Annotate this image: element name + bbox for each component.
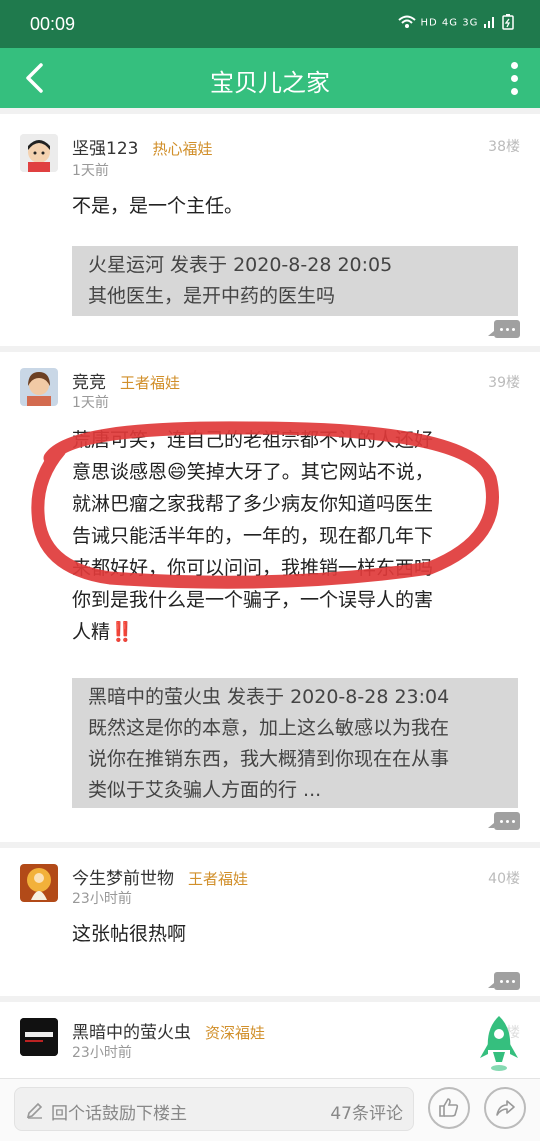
content-line: 你到是我什么是一个骗子，一个误导人的害 bbox=[72, 589, 434, 611]
content-line: 来都好好，你可以问问，我推销一样东西吗 bbox=[72, 557, 434, 579]
share-arrow-icon bbox=[496, 1100, 515, 1116]
app-header: 宝贝儿之家 bbox=[0, 48, 540, 108]
status-time: 00:09 bbox=[30, 14, 76, 34]
reply-content: 荒唐可笑，连自己的老祖宗都不认的人还好 意思谈感恩😄笑掉大牙了。其它网站不说， … bbox=[72, 424, 492, 648]
reply-feed: 坚强123 热心福娃 1天前 38楼 不是，是一个主任。 火星运河 发表于 202… bbox=[0, 108, 540, 1078]
reply-item: 竞竞 王者福娃 1天前 39楼 荒唐可笑，连自己的老祖宗都不认的人还好 意思谈感恩… bbox=[0, 352, 540, 842]
comment-bubble-icon[interactable] bbox=[488, 972, 520, 990]
author-name: 黑暗中的萤火虫 bbox=[72, 1023, 191, 1043]
quote-text: 类似于艾灸骗人方面的行 ... bbox=[88, 779, 322, 801]
reply-item: 坚强123 热心福娃 1天前 38楼 不是，是一个主任。 火星运河 发表于 202… bbox=[0, 114, 540, 346]
comment-bubble-icon[interactable] bbox=[488, 812, 520, 830]
scroll-top-rocket-button[interactable] bbox=[478, 1014, 520, 1072]
network-text: HD 4G 3G bbox=[420, 17, 479, 29]
content-line: 荒唐可笑，连自己的老祖宗都不认的人还好 bbox=[72, 429, 434, 451]
reply-author[interactable]: 坚强123 热心福娃 bbox=[72, 134, 212, 159]
user-badge: 热心福娃 bbox=[152, 140, 213, 158]
content-line: 就淋巴瘤之家我帮了多少病友你知道吗医生 bbox=[72, 493, 434, 515]
like-button[interactable] bbox=[428, 1087, 470, 1129]
reply-time: 23小时前 bbox=[72, 1045, 132, 1061]
page-title: 宝贝儿之家 bbox=[210, 69, 330, 97]
floor-number: 38楼 bbox=[488, 139, 520, 155]
rocket-icon bbox=[480, 1016, 518, 1071]
status-icons: HD 4G 3G bbox=[398, 14, 514, 30]
user-badge: 王者福娃 bbox=[120, 374, 181, 392]
quote-header: 火星运河 发表于 2020-8-28 20:05 bbox=[88, 254, 393, 276]
reply-time: 23小时前 bbox=[72, 891, 132, 907]
comment-count[interactable]: 47条评论 bbox=[330, 1099, 403, 1124]
battery-icon bbox=[502, 14, 514, 30]
reply-item: 今生梦前世物 王者福娃 23小时前 40楼 这张帖很热啊 bbox=[0, 848, 540, 996]
quote-text: 其他医生，是开中药的医生吗 bbox=[88, 285, 336, 307]
comment-bubble-icon[interactable] bbox=[488, 320, 520, 338]
reply-time: 1天前 bbox=[72, 163, 109, 179]
status-bar: 00:09 HD 4G 3G bbox=[0, 0, 540, 48]
content-line: 告诫只能活半年的，一年的，现在都几年下 bbox=[72, 525, 434, 547]
quote-header: 黑暗中的萤火虫 发表于 2020-8-28 23:04 bbox=[88, 686, 450, 708]
more-options-button[interactable] bbox=[502, 56, 526, 100]
reply-placeholder: 回个话鼓励下楼主 bbox=[51, 1104, 187, 1124]
quote-text: 说你在推销东西，我大概猜到你现在在从事 bbox=[88, 748, 450, 770]
share-button[interactable] bbox=[484, 1087, 526, 1129]
pen-icon bbox=[26, 1102, 43, 1119]
quote-text: 既然这是你的本意，加上这么敏感以为我在 bbox=[88, 717, 450, 739]
quoted-reply[interactable]: 火星运河 发表于 2020-8-28 20:05 其他医生，是开中药的医生吗 bbox=[72, 246, 518, 316]
avatar[interactable] bbox=[20, 368, 58, 406]
thumbs-up-icon bbox=[439, 1098, 459, 1117]
bottom-action-bar: 回个话鼓励下楼主 47条评论 bbox=[0, 1078, 540, 1141]
avatar[interactable] bbox=[20, 1018, 58, 1056]
avatar[interactable] bbox=[20, 864, 58, 902]
user-badge: 资深福娃 bbox=[205, 1024, 266, 1042]
signal-icon bbox=[483, 15, 502, 29]
reply-content: 这张帖很热啊 bbox=[72, 923, 187, 945]
author-name: 今生梦前世物 bbox=[72, 869, 174, 889]
reply-author[interactable]: 今生梦前世物 王者福娃 bbox=[72, 864, 248, 889]
author-name: 竞竞 bbox=[72, 373, 106, 393]
author-name: 坚强123 bbox=[72, 139, 139, 159]
reply-author[interactable]: 黑暗中的萤火虫 资深福娃 bbox=[72, 1018, 265, 1043]
reply-time: 1天前 bbox=[72, 395, 109, 411]
user-badge: 王者福娃 bbox=[188, 870, 249, 888]
floor-number: 40楼 bbox=[488, 871, 520, 887]
reply-author[interactable]: 竞竞 王者福娃 bbox=[72, 368, 180, 393]
content-line: 意思谈感恩😄笑掉大牙了。其它网站不说， bbox=[72, 461, 434, 483]
avatar[interactable] bbox=[20, 134, 58, 172]
quoted-reply[interactable]: 黑暗中的萤火虫 发表于 2020-8-28 23:04 既然这是你的本意，加上这… bbox=[72, 678, 518, 808]
content-line: 人精‼️ bbox=[72, 621, 134, 643]
floor-number: 39楼 bbox=[488, 375, 520, 391]
more-vertical-icon bbox=[510, 61, 518, 69]
wifi-icon bbox=[398, 15, 421, 29]
reply-input[interactable]: 回个话鼓励下楼主 47条评论 bbox=[14, 1087, 414, 1131]
reply-content: 不是，是一个主任。 bbox=[72, 195, 244, 217]
reply-item: 黑暗中的萤火虫资深福娃 23小时前 41楼 bbox=[0, 1002, 540, 1078]
